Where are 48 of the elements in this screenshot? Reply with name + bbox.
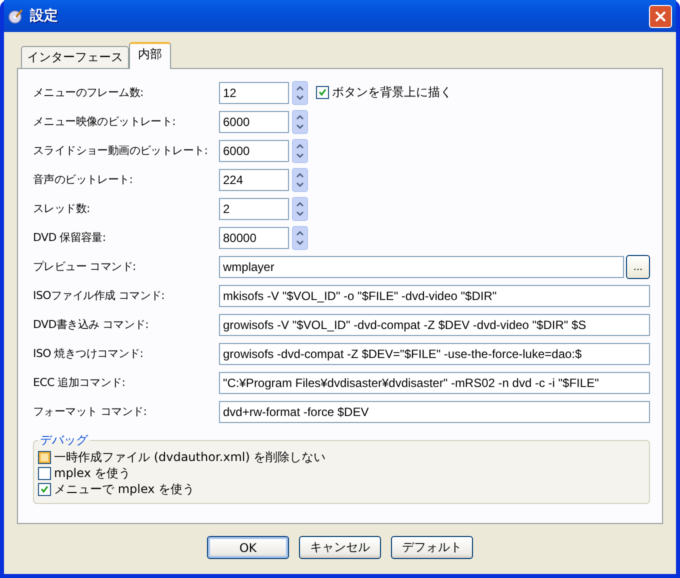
- text-field[interactable]: dvd+rw-format -force $DEV: [219, 400, 650, 422]
- close-button[interactable]: [649, 4, 672, 28]
- close-icon: [654, 10, 667, 22]
- checkbox-label: ボタンを背景上に描く: [332, 84, 452, 101]
- checkbox[interactable]: [38, 466, 51, 480]
- field-label: フォーマット コマンド:: [33, 404, 148, 419]
- spinner-icon[interactable]: [292, 110, 308, 134]
- field-label: ISO 焼きつけコマンド:: [33, 346, 144, 361]
- number-field[interactable]: 12: [219, 82, 289, 104]
- number-field[interactable]: 6000: [219, 140, 289, 162]
- field-label: DVD書き込み コマンド:: [33, 317, 150, 332]
- field-label: ECC 追加コマンド:: [33, 375, 126, 390]
- field-label: プレビュー コマンド:: [33, 259, 137, 274]
- field-label: メニュー映像のビットレート:: [33, 114, 177, 129]
- number-field[interactable]: 6000: [219, 110, 289, 132]
- group-title: デバッグ: [39, 432, 90, 449]
- field-label: メニューのフレーム数:: [33, 85, 144, 100]
- spinner-icon[interactable]: [292, 226, 308, 250]
- text-field[interactable]: "C:¥Program Files¥dvdisaster¥dvdisaster" -mRS02 -n dvd -c -i "$FILE": [219, 372, 650, 394]
- spinner-icon[interactable]: [292, 138, 308, 162]
- checkbox-label: mplex を使う: [54, 464, 131, 482]
- spinner-icon[interactable]: [292, 168, 308, 192]
- spinner-icon[interactable]: [292, 80, 308, 104]
- dialog-button[interactable]: デフォルト: [391, 536, 473, 559]
- number-field[interactable]: 224: [219, 168, 289, 190]
- field-label: スレッド数:: [33, 201, 91, 216]
- checkbox[interactable]: [316, 86, 329, 99]
- spinner-icon[interactable]: [292, 196, 308, 220]
- field-label: ISOファイル作成 コマンド:: [33, 288, 166, 303]
- text-field[interactable]: wmplayer: [219, 256, 624, 278]
- checkbox[interactable]: [38, 482, 51, 496]
- checkbox-label: 一時作成ファイル (dvdauthor.xml) を削除しない: [54, 448, 326, 466]
- field-label: スライドショー動画のビットレート:: [33, 143, 209, 158]
- browse-button[interactable]: ...: [626, 254, 650, 278]
- text-field[interactable]: growisofs -dvd-compat -Z $DEV="$FILE" -use-the-force-luke=dao:$: [219, 342, 650, 364]
- disc-icon: [8, 8, 24, 24]
- tab[interactable]: 内部: [129, 42, 171, 69]
- tab[interactable]: インターフェース: [21, 46, 129, 68]
- text-field[interactable]: growisofs -V "$VOL_ID" -dvd-compat -Z $DEV -dvd-video "$DIR" $S: [219, 314, 650, 336]
- dialog-button[interactable]: キャンセル: [299, 536, 381, 559]
- text-field[interactable]: mkisofs -V "$VOL_ID" -o "$FILE" -dvd-video "$DIR": [219, 284, 650, 306]
- dialog-button[interactable]: OK: [207, 536, 289, 559]
- window-title: 設定: [30, 7, 59, 25]
- field-label: 音声のビットレート:: [33, 172, 134, 187]
- field-label: DVD 保留容量:: [33, 230, 107, 245]
- checkbox-label: メニューで mplex を使う: [54, 480, 195, 498]
- number-field[interactable]: 80000: [219, 226, 289, 248]
- number-field[interactable]: 2: [219, 198, 289, 220]
